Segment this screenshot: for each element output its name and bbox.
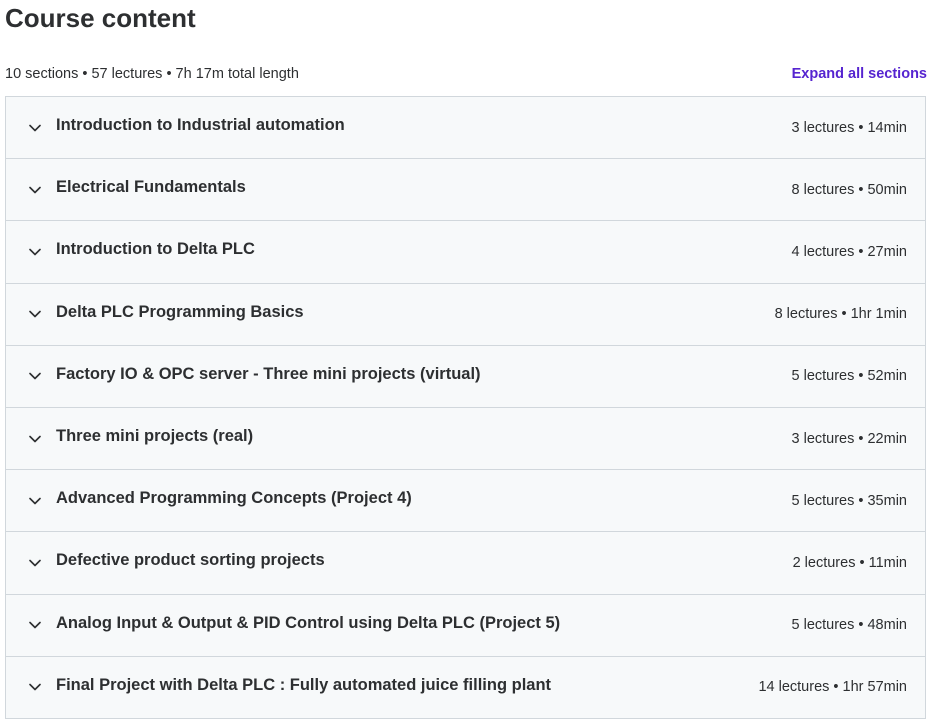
chevron-down-icon bbox=[28, 494, 42, 508]
section-meta: 5 lectures • 35min bbox=[791, 492, 908, 509]
section-row[interactable]: Defective product sorting projects 2 lec… bbox=[6, 532, 925, 595]
section-row[interactable]: Factory IO & OPC server - Three mini pro… bbox=[6, 345, 925, 408]
section-row[interactable]: Analog Input & Output & PID Control usin… bbox=[6, 594, 925, 657]
chevron-down-icon bbox=[28, 245, 42, 259]
section-meta: 5 lectures • 48min bbox=[791, 617, 908, 634]
section-meta: 3 lectures • 14min bbox=[791, 119, 908, 136]
section-row[interactable]: Advanced Programming Concepts (Project 4… bbox=[6, 470, 925, 533]
chevron-down-icon bbox=[28, 183, 42, 197]
section-title: Analog Input & Output & PID Control usin… bbox=[56, 613, 561, 632]
chevron-down-icon bbox=[28, 680, 42, 694]
section-title: Electrical Fundamentals bbox=[56, 178, 246, 197]
section-row[interactable]: Final Project with Delta PLC : Fully aut… bbox=[6, 656, 925, 719]
section-title: Three mini projects (real) bbox=[56, 427, 254, 446]
sections-list: Introduction to Industrial automation 3 … bbox=[5, 96, 926, 719]
section-title: Introduction to Industrial automation bbox=[56, 116, 345, 135]
chevron-down-icon bbox=[28, 432, 42, 446]
chevron-down-icon bbox=[28, 618, 42, 632]
chevron-down-icon bbox=[28, 121, 42, 135]
course-summary-text: 10 sections • 57 lectures • 7h 17m total… bbox=[5, 66, 299, 82]
section-row[interactable]: Three mini projects (real) 3 lectures • … bbox=[6, 407, 925, 471]
section-row[interactable]: Delta PLC Programming Basics 8 lectures … bbox=[6, 283, 925, 346]
section-title: Defective product sorting projects bbox=[56, 551, 325, 570]
section-title: Delta PLC Programming Basics bbox=[56, 302, 304, 321]
section-title: Final Project with Delta PLC : Fully aut… bbox=[56, 675, 552, 694]
chevron-down-icon bbox=[28, 556, 42, 570]
section-row[interactable]: Electrical Fundamentals 8 lectures • 50m… bbox=[6, 159, 925, 222]
section-title: Advanced Programming Concepts (Project 4… bbox=[56, 489, 412, 508]
page-title: Course content bbox=[5, 3, 196, 33]
section-meta: 8 lectures • 1hr 1min bbox=[774, 306, 907, 323]
section-meta: 14 lectures • 1hr 57min bbox=[758, 679, 907, 696]
expand-all-sections-button[interactable]: Expand all sections bbox=[792, 66, 927, 82]
course-summary: 10 sections • 57 lectures • 7h 17m total… bbox=[5, 63, 927, 85]
section-meta: 3 lectures • 22min bbox=[791, 430, 908, 447]
section-meta: 8 lectures • 50min bbox=[791, 181, 908, 198]
section-title: Factory IO & OPC server - Three mini pro… bbox=[56, 364, 481, 383]
section-row[interactable]: Introduction to Industrial automation 3 … bbox=[6, 97, 925, 160]
section-meta: 5 lectures • 52min bbox=[791, 368, 908, 385]
chevron-down-icon bbox=[28, 307, 42, 321]
section-row[interactable]: Introduction to Delta PLC 4 lectures • 2… bbox=[6, 221, 925, 284]
section-meta: 2 lectures • 11min bbox=[792, 554, 907, 571]
section-meta: 4 lectures • 27min bbox=[791, 243, 908, 260]
section-title: Introduction to Delta PLC bbox=[56, 240, 255, 259]
chevron-down-icon bbox=[28, 369, 42, 383]
